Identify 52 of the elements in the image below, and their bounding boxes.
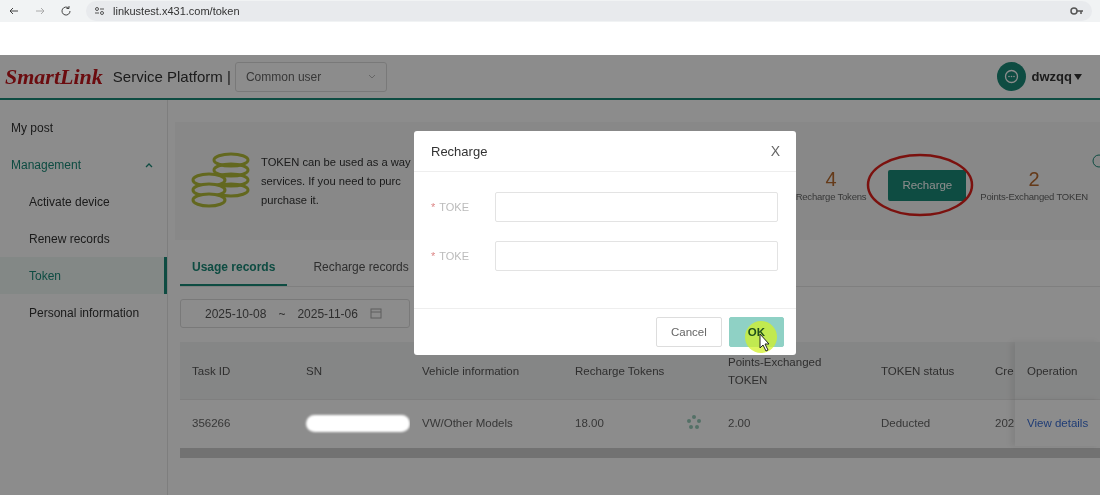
sidebar-item[interactable]: My post (0, 109, 167, 146)
dialog-title: Recharge (431, 143, 488, 159)
date-range-field[interactable]: 2025-10-08 ~ 2025-11-06 (180, 299, 410, 328)
logo: SmartLink (5, 63, 103, 90)
table-cell-text: 202 (994, 416, 1015, 431)
key-icon[interactable] (1070, 7, 1084, 15)
info-text: purchase it. (261, 192, 320, 208)
recharge-button[interactable]: Recharge (888, 169, 967, 201)
stat-value: 2 (1028, 168, 1040, 191)
column-header: Operation (1015, 342, 1100, 400)
message-avatar[interactable] (996, 62, 1026, 91)
table-cell-text: Deducted (880, 416, 932, 431)
input-field[interactable] (495, 192, 778, 222)
cancel-button[interactable]: Cancel (655, 317, 722, 347)
role-select[interactable]: Common user (234, 61, 387, 92)
sidebar-item[interactable]: Personal information (0, 294, 167, 331)
column-header: TOKEN status (869, 342, 983, 400)
sidebar-item[interactable]: Renew records (0, 220, 167, 257)
platform-title: Service Platform | (112, 68, 231, 85)
caret-icon (145, 161, 153, 168)
reload-icon[interactable] (60, 5, 72, 17)
user-menu[interactable]: dwzqq (1031, 69, 1072, 84)
column-header: SN (294, 342, 410, 400)
stat-value: 4 (825, 168, 837, 191)
column-header: Cre (983, 342, 1015, 400)
sidebar-item[interactable]: Activate device (0, 183, 167, 220)
field-label: * TOKE (431, 201, 471, 213)
close-button[interactable]: X (770, 143, 780, 159)
column-header: Task ID (180, 342, 294, 400)
sidebar-item[interactable]: Token (0, 257, 167, 294)
input-field[interactable] (495, 241, 778, 271)
help-icon[interactable] (1092, 154, 1100, 168)
view-details-link[interactable]: View details (1027, 417, 1089, 429)
sidebar-item[interactable]: Management (0, 146, 167, 183)
table-cell-text: VW/Other Models (421, 416, 514, 431)
calendar-icon (369, 308, 382, 319)
table-cell: 18.00 (575, 417, 604, 429)
stat-label: Points-Exchanged TOKEN (980, 191, 1088, 202)
info-text: services. If you need to purc (261, 173, 402, 189)
forward-icon[interactable] (34, 5, 46, 17)
info-text: TOKEN can be used as a way (261, 154, 412, 170)
chevron-icon (367, 74, 376, 79)
table-cell-text: 2.00 (727, 416, 752, 431)
site-settings-icon[interactable] (94, 6, 105, 16)
caret-icon (1074, 73, 1082, 80)
field-label: * TOKE (431, 250, 471, 262)
back-icon[interactable] (8, 5, 20, 17)
tab[interactable]: Usage records (180, 260, 288, 286)
stat-label: Recharge Tokens (795, 191, 867, 202)
scrollbar[interactable] (180, 448, 1100, 458)
table-cell-text: 356266 (191, 416, 232, 431)
address-bar[interactable]: linkustest.x431.com/token (86, 1, 1092, 21)
